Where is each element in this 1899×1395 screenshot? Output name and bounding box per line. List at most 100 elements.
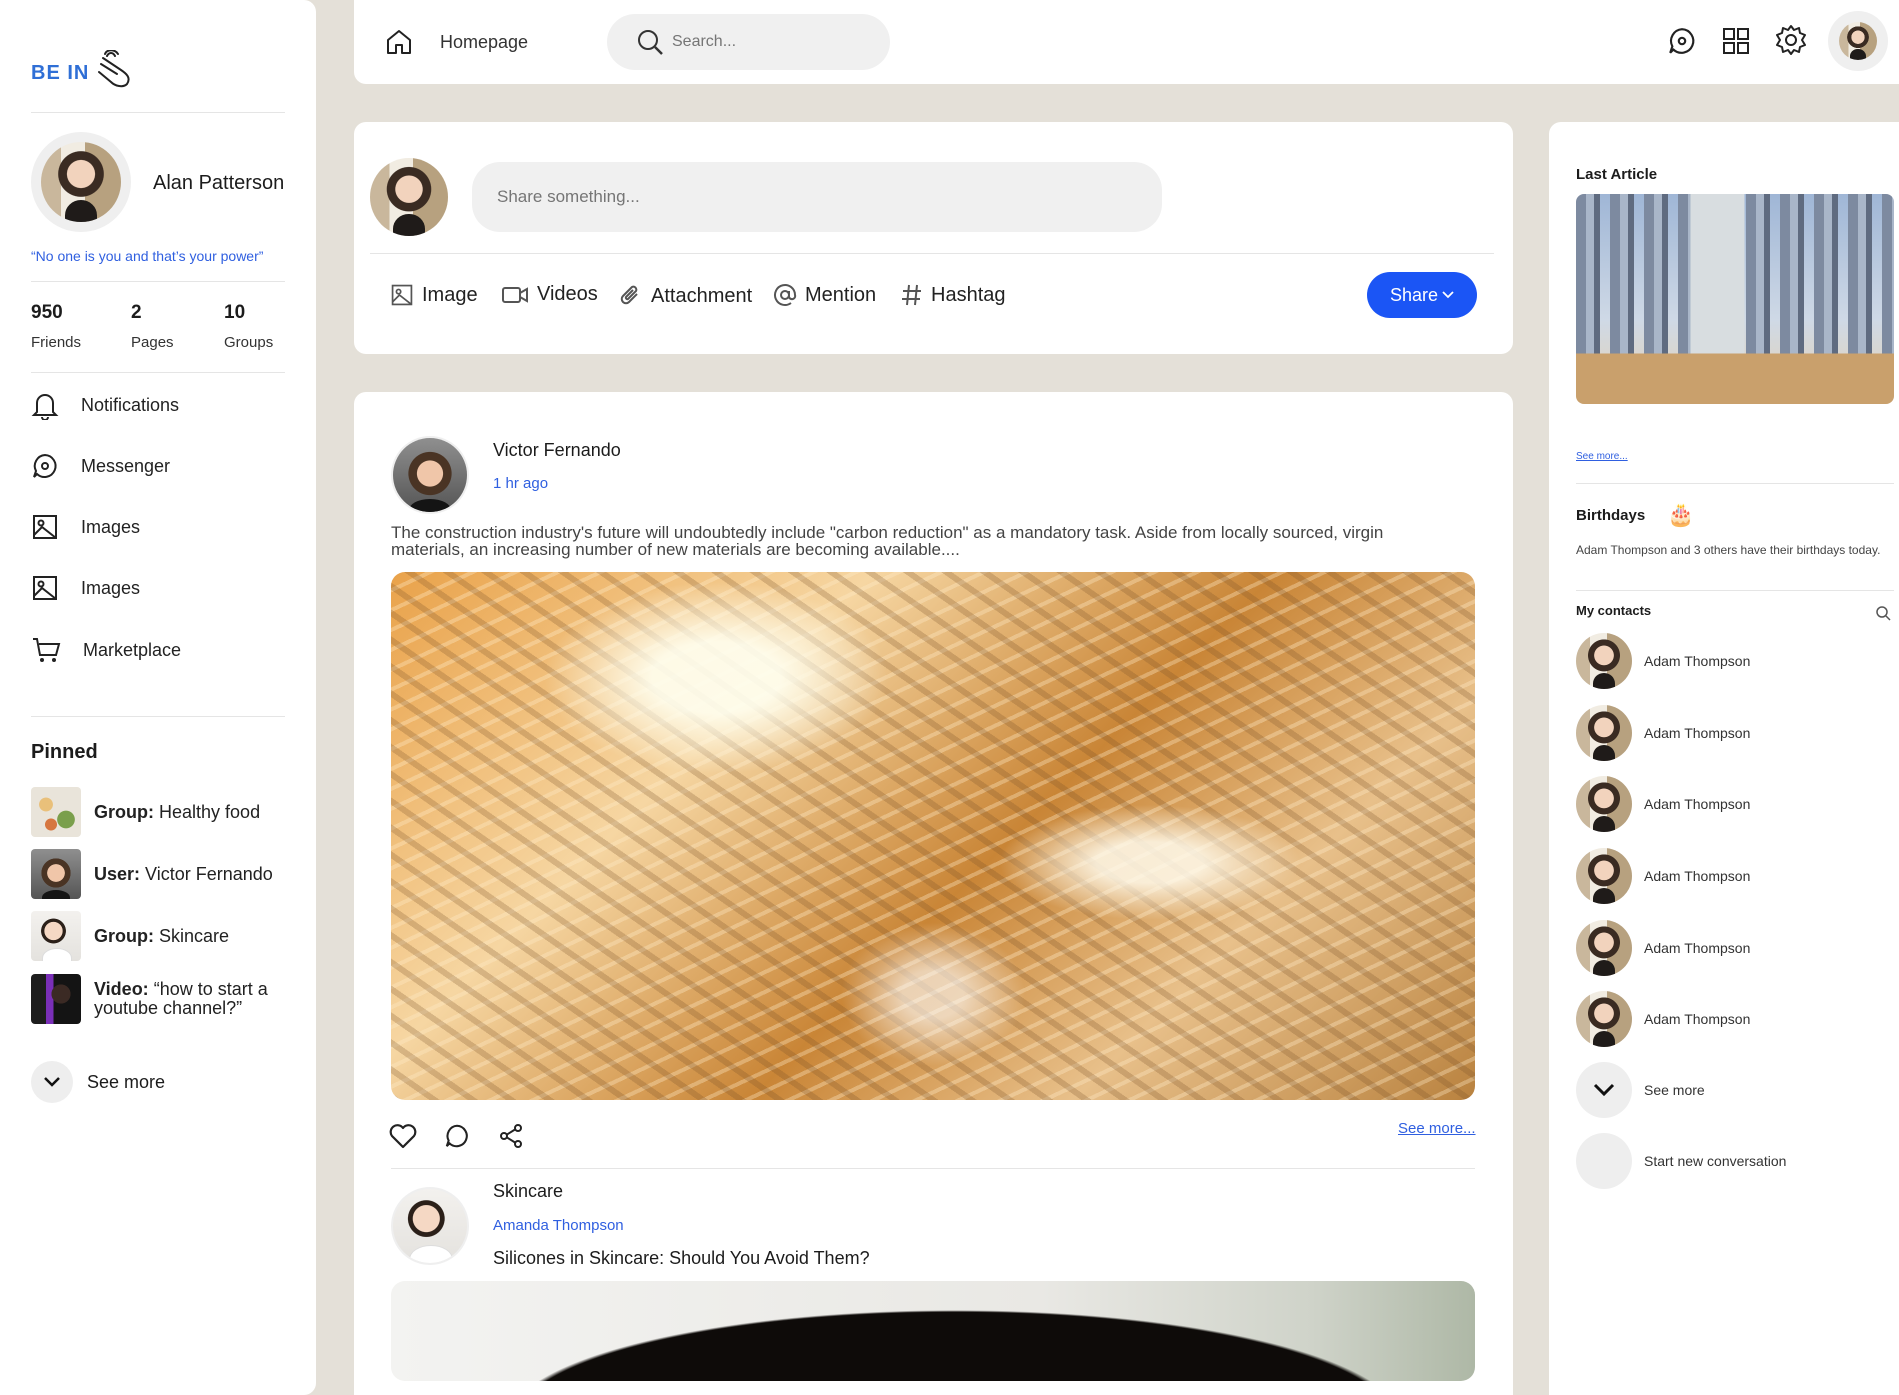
user-avatar-button[interactable] (1828, 11, 1888, 71)
pin-prefix: Group: (94, 925, 154, 946)
logo[interactable]: BE IN (31, 50, 135, 90)
post-image[interactable] (391, 572, 1475, 1100)
pinned-item-video[interactable]: Video: “how to start a youtube channel?” (31, 974, 279, 1024)
stat-pages[interactable]: 2 Pages (131, 302, 174, 351)
video-thumbnail (31, 974, 81, 1024)
post-see-more-link[interactable]: See more... (1398, 1120, 1476, 1137)
tool-image[interactable]: Image (390, 283, 478, 307)
pinned-title: Pinned (31, 741, 98, 763)
pin-prefix: Video: (94, 979, 149, 999)
post-group-name[interactable]: Skincare (493, 1181, 563, 1202)
contact-avatar (1576, 848, 1632, 904)
sidebar-item-label: Messenger (81, 455, 171, 476)
pin-label: Victor Fernando (145, 863, 273, 884)
comment-button[interactable] (444, 1123, 474, 1153)
search-box[interactable] (607, 14, 890, 70)
sidebar-item-images[interactable]: Images (31, 513, 140, 541)
sidebar-item-messenger[interactable]: Messenger (31, 452, 170, 480)
new-conversation-label: Start new conversation (1644, 1153, 1787, 1169)
start-new-conversation-button[interactable]: Start new conversation (1576, 1133, 1786, 1189)
home-link[interactable]: Homepage (384, 27, 528, 57)
video-camera-icon (502, 286, 528, 303)
article-see-more-link[interactable]: See more... (1576, 451, 1628, 462)
tool-hashtag[interactable]: Hashtag (901, 283, 1006, 307)
search-input[interactable] (672, 33, 882, 51)
tool-attachment[interactable]: Attachment (619, 283, 752, 309)
chat-icon (1669, 28, 1695, 54)
search-icon[interactable] (1875, 605, 1891, 621)
contact-item[interactable]: Adam Thompson (1576, 776, 1750, 832)
at-sign-icon (774, 284, 797, 306)
composer-input[interactable] (472, 162, 1162, 232)
post-author-avatar[interactable] (391, 1187, 469, 1265)
search-icon (638, 30, 663, 55)
chevron-down-icon (31, 1061, 73, 1103)
chevron-down-icon (1442, 291, 1454, 299)
top-bar: Homepage (354, 0, 1899, 84)
stat-label: Pages (131, 334, 174, 351)
share-post-button[interactable] (498, 1123, 528, 1153)
post-author-name[interactable]: Amanda Thompson (493, 1217, 624, 1234)
apps-button[interactable] (1719, 24, 1753, 58)
pinned-item-healthy-food[interactable]: Group: Healthy food (31, 787, 260, 837)
profile-avatar[interactable] (31, 132, 131, 232)
post-text: The construction industry's future will … (391, 523, 1384, 559)
gear-icon (1776, 25, 1806, 55)
article-image[interactable] (1576, 194, 1894, 404)
contact-name: Adam Thompson (1644, 868, 1751, 884)
post-author-avatar[interactable] (391, 436, 469, 514)
contact-item[interactable]: Adam Thompson (1576, 633, 1750, 689)
sidebar-item-marketplace[interactable]: Marketplace (31, 635, 181, 665)
settings-button[interactable] (1773, 22, 1809, 58)
share-icon (500, 1124, 522, 1148)
contact-item[interactable]: Adam Thompson (1576, 920, 1750, 976)
contact-avatar (1576, 991, 1632, 1047)
pinned-item-skincare[interactable]: Group: Skincare (31, 911, 229, 961)
tool-videos[interactable]: Videos (501, 283, 598, 306)
right-sidebar: Last Article See more... Birthdays 🎂 Ada… (1549, 122, 1899, 1395)
sidebar-item-label: Images (81, 577, 141, 598)
share-button[interactable]: Share (1367, 272, 1477, 318)
sidebar-item-label: Notifications (81, 394, 180, 415)
logo-text: BE IN (31, 62, 90, 84)
pointing-hand-icon (98, 50, 130, 88)
hashtag-icon (902, 284, 921, 306)
profile-name[interactable]: Alan Patterson (153, 172, 284, 195)
image-icon (33, 515, 57, 539)
post-title: Silicones in Skincare: Should You Avoid … (493, 1248, 870, 1268)
user-thumbnail (31, 849, 81, 899)
post-image[interactable] (391, 1281, 1475, 1381)
sidebar-see-more[interactable]: See more (31, 1061, 165, 1103)
new-conversation-icon (1576, 1133, 1632, 1189)
image-icon (391, 284, 413, 306)
contact-name: Adam Thompson (1644, 725, 1751, 741)
stat-value: 950 (31, 302, 63, 323)
pinned-item-victor[interactable]: User: Victor Fernando (31, 849, 273, 899)
see-more-label: See more (87, 1071, 166, 1092)
sidebar-item-notifications[interactable]: Notifications (31, 390, 179, 420)
contact-avatar (1576, 705, 1632, 761)
stat-friends[interactable]: 950 Friends (31, 302, 81, 351)
pin-label: Skincare (159, 925, 230, 946)
tool-label: Mention (805, 283, 877, 306)
stat-groups[interactable]: 10 Groups (224, 302, 273, 351)
contacts-see-more[interactable]: See more (1576, 1062, 1705, 1118)
contact-item[interactable]: Adam Thompson (1576, 705, 1750, 761)
left-sidebar: BE IN Alan Patterson “No one is you and … (0, 0, 316, 1395)
sidebar-item-images-2[interactable]: Images (31, 574, 140, 602)
cake-icon: 🎂 (1667, 502, 1695, 527)
messages-button[interactable] (1665, 24, 1699, 58)
contact-item[interactable]: Adam Thompson (1576, 848, 1750, 904)
bell-icon (31, 394, 59, 420)
like-button[interactable] (389, 1123, 419, 1153)
stat-value: 2 (131, 302, 142, 323)
tool-mention[interactable]: Mention (773, 283, 876, 307)
post-author-name[interactable]: Victor Fernando (493, 440, 621, 461)
share-input[interactable] (497, 187, 1137, 207)
contact-name: Adam Thompson (1644, 653, 1751, 669)
home-icon (387, 30, 411, 54)
contact-item[interactable]: Adam Thompson (1576, 991, 1750, 1047)
tool-label: Videos (537, 283, 598, 305)
skincare-thumbnail (31, 911, 81, 961)
comment-icon (445, 1124, 468, 1148)
